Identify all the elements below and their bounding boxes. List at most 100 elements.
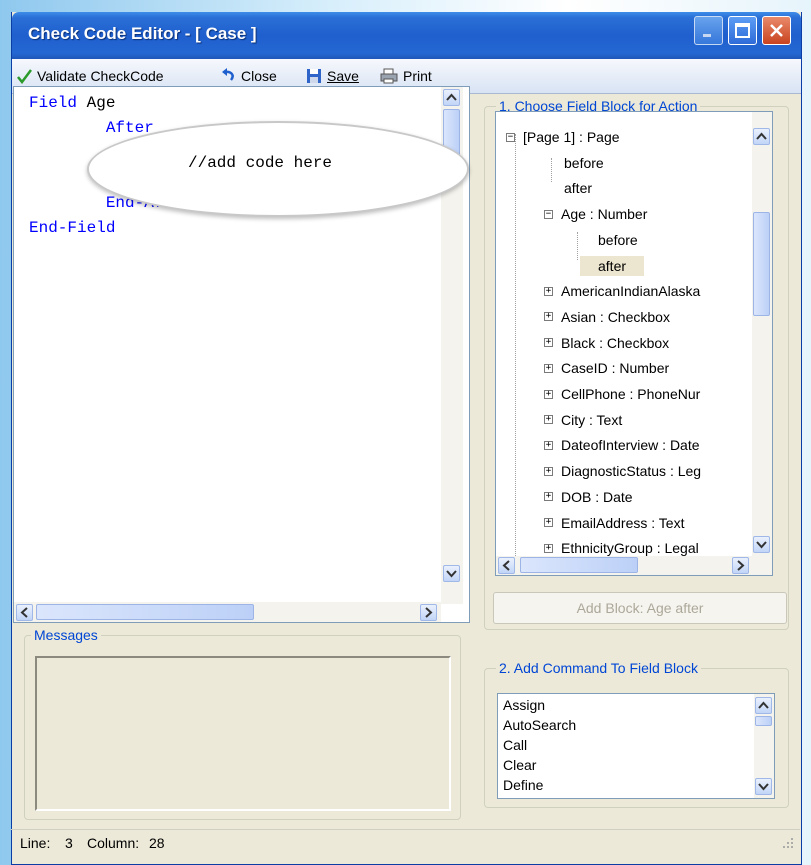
tree-scroll-left-button[interactable]: [498, 557, 515, 574]
code-keyword-field: Field: [29, 94, 78, 112]
scroll-left-button[interactable]: [16, 604, 33, 621]
tree-node[interactable]: + Asian : Checkbox: [544, 306, 670, 328]
expand-icon[interactable]: +: [544, 440, 553, 450]
tree-node[interactable]: + Black : Checkbox: [544, 332, 669, 354]
tree-scroll-right-button[interactable]: [732, 557, 749, 574]
collapse-icon[interactable]: −: [506, 132, 515, 142]
tree-node-label: AmericanIndianAlaska: [561, 283, 701, 300]
tree-node[interactable]: after: [568, 255, 645, 277]
command-scroll-down-button[interactable]: [755, 778, 772, 795]
tree-scroll-up-button[interactable]: [753, 128, 770, 145]
undo-arrow-icon: [222, 68, 234, 81]
tree-node-label: after: [564, 180, 593, 197]
field-block-tree[interactable]: − [Page 1] : Page before after − Age : Number…: [495, 111, 773, 576]
save-button[interactable]: Save: [306, 65, 359, 87]
tree-hscroll-thumb[interactable]: [520, 557, 638, 573]
tree-node[interactable]: after: [544, 177, 592, 199]
command-scroll-up-button[interactable]: [755, 697, 772, 714]
command-item[interactable]: Assign: [503, 697, 545, 716]
window-title: Check Code Editor - [ Case ]: [28, 24, 257, 43]
command-item[interactable]: Clear: [503, 757, 536, 776]
tree-node[interactable]: − Age : Number: [544, 203, 647, 225]
chevron-down-icon: [756, 541, 767, 549]
tree-node[interactable]: + EmailAddress : Text: [544, 512, 684, 534]
hscroll-thumb[interactable]: [36, 604, 254, 620]
tree-scroll-down-button[interactable]: [753, 536, 770, 553]
tree-node-label: DOB : Date: [561, 488, 633, 505]
tree-node[interactable]: − [Page 1] : Page: [506, 126, 620, 148]
code-hint-text: //add code here: [188, 154, 333, 172]
tree-node[interactable]: + CellPhone : PhoneNur: [544, 383, 700, 405]
tree-node[interactable]: + DiagnosticStatus : Leg: [544, 460, 701, 482]
expand-icon[interactable]: +: [544, 518, 553, 527]
tree-node-label: CellPhone : PhoneNur: [561, 386, 701, 402]
command-item[interactable]: Define: [503, 777, 543, 796]
chevron-up-icon: [756, 132, 767, 140]
chevron-right-icon: [737, 560, 745, 571]
messages-legend: Messages: [31, 627, 101, 643]
expand-icon[interactable]: +: [544, 492, 553, 502]
expand-icon[interactable]: +: [544, 363, 553, 373]
code-field-name: Age: [86, 94, 116, 112]
tree-node-label: Black : Checkbox: [561, 334, 670, 351]
close-icon: [770, 24, 783, 37]
maximize-button[interactable]: [728, 16, 757, 45]
add-block-button[interactable]: Add Block: Age after: [493, 592, 787, 624]
messages-box[interactable]: [35, 656, 451, 811]
expand-icon[interactable]: +: [544, 286, 553, 296]
tree-node-label: DiagnosticStatus : Leg: [561, 463, 702, 480]
scroll-up-button[interactable]: [443, 89, 460, 106]
minimize-button[interactable]: [694, 16, 723, 45]
chevron-left-icon: [20, 607, 28, 618]
checkmark-icon: [17, 69, 32, 84]
scroll-down-button[interactable]: [443, 565, 460, 582]
expand-icon[interactable]: +: [544, 466, 553, 476]
maximize-icon: [735, 23, 750, 38]
expand-icon[interactable]: +: [544, 312, 553, 322]
chevron-up-icon: [446, 93, 457, 101]
tree-scroll-thumb[interactable]: [753, 212, 770, 316]
tree-node[interactable]: + CaseID : Number: [544, 357, 669, 379]
tree-vertical-scrollbar[interactable]: [752, 112, 772, 556]
collapse-icon[interactable]: −: [544, 209, 553, 219]
chevron-down-icon: [446, 570, 457, 578]
command-list[interactable]: Assign AutoSearch Call Clear Define: [497, 693, 775, 799]
tree-node[interactable]: + City : Text: [544, 409, 622, 431]
close-label: Close: [241, 68, 277, 84]
command-item[interactable]: Call: [503, 737, 527, 756]
editor-horizontal-scrollbar[interactable]: [14, 602, 441, 622]
print-button[interactable]: Print: [380, 65, 432, 87]
tree-horizontal-scrollbar[interactable]: [496, 556, 772, 575]
command-scroll-thumb[interactable]: [755, 716, 772, 726]
status-line-value: 3: [65, 835, 73, 851]
tree-node[interactable]: before: [568, 229, 638, 251]
chevron-right-icon: [425, 607, 433, 618]
tree-node[interactable]: + DateofInterview : Date: [544, 434, 700, 456]
command-item[interactable]: AutoSearch: [503, 717, 576, 736]
tree-node-label: before: [564, 154, 604, 171]
chevron-up-icon: [758, 701, 769, 709]
status-column-value: 28: [149, 835, 165, 851]
tree-node-label: EmailAddress : Text: [561, 514, 685, 531]
tree-node[interactable]: + AmericanIndianAlaska: [544, 280, 700, 302]
close-window-button[interactable]: [762, 16, 791, 45]
tree-guide-line: [515, 134, 516, 574]
floppy-disk-icon: [307, 69, 321, 83]
command-legend: 2. Add Command To Field Block: [496, 660, 701, 676]
expand-icon[interactable]: +: [544, 415, 553, 425]
expand-icon[interactable]: +: [544, 338, 553, 348]
tree-node-label: [Page 1] : Page: [523, 129, 620, 145]
tree-node[interactable]: before: [544, 152, 604, 174]
close-button[interactable]: Close: [220, 65, 277, 87]
print-label: Print: [403, 68, 432, 84]
validate-checkcode-button[interactable]: Validate CheckCode: [16, 65, 164, 87]
expand-icon[interactable]: +: [544, 389, 553, 399]
title-bar[interactable]: Check Code Editor - [ Case ]: [12, 12, 801, 59]
command-vertical-scrollbar[interactable]: [754, 694, 774, 798]
status-column-label: Column:: [87, 835, 140, 851]
expand-icon[interactable]: +: [544, 543, 553, 553]
resize-grip-icon[interactable]: [781, 836, 795, 850]
tree-node[interactable]: + DOB : Date: [544, 486, 633, 508]
tree-node-label: CaseID : Number: [561, 360, 670, 377]
scroll-right-button[interactable]: [420, 604, 437, 621]
